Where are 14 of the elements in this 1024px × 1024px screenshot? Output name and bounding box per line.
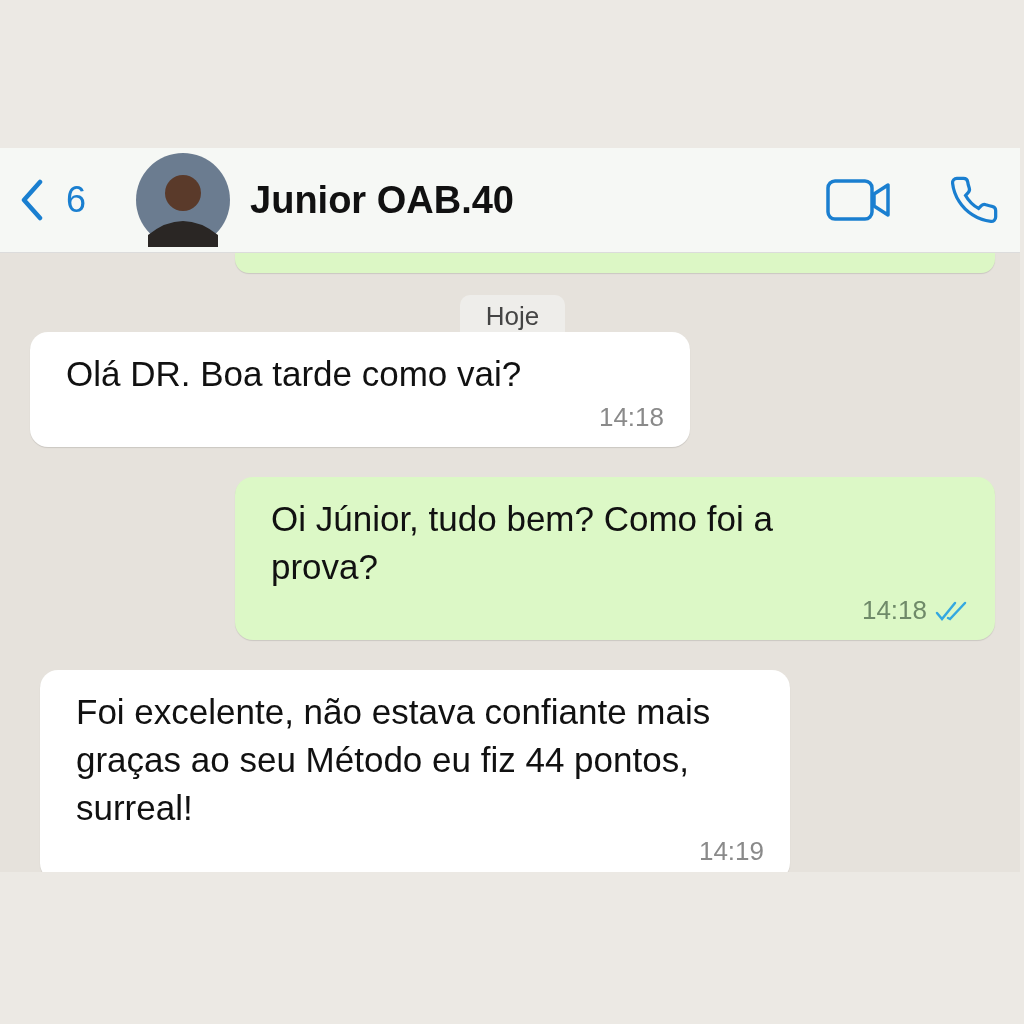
message-time: 14:18 bbox=[598, 402, 664, 433]
back-button[interactable]: 6 bbox=[20, 179, 87, 221]
chevron-left-icon bbox=[20, 179, 44, 221]
contact-name[interactable]: Junior OAB.40 bbox=[250, 178, 770, 222]
video-camera-icon bbox=[826, 179, 892, 221]
avatar[interactable] bbox=[136, 153, 231, 247]
voice-call-button[interactable] bbox=[948, 174, 1000, 226]
video-call-button[interactable] bbox=[826, 179, 892, 221]
message-text: Olá DR. Boa tarde como vai? bbox=[66, 353, 523, 395]
message-text: Foi excelente, não estava confiante mais graças ao seu Método eu fiz 44 pontos, surreal! bbox=[76, 691, 712, 829]
message-text: Oi Júnior, tudo bem? Como foi a prova? bbox=[271, 498, 774, 588]
phone-icon bbox=[948, 174, 1000, 226]
message-time: 14:18 bbox=[861, 595, 927, 626]
message-time: 14:19 bbox=[698, 836, 764, 867]
